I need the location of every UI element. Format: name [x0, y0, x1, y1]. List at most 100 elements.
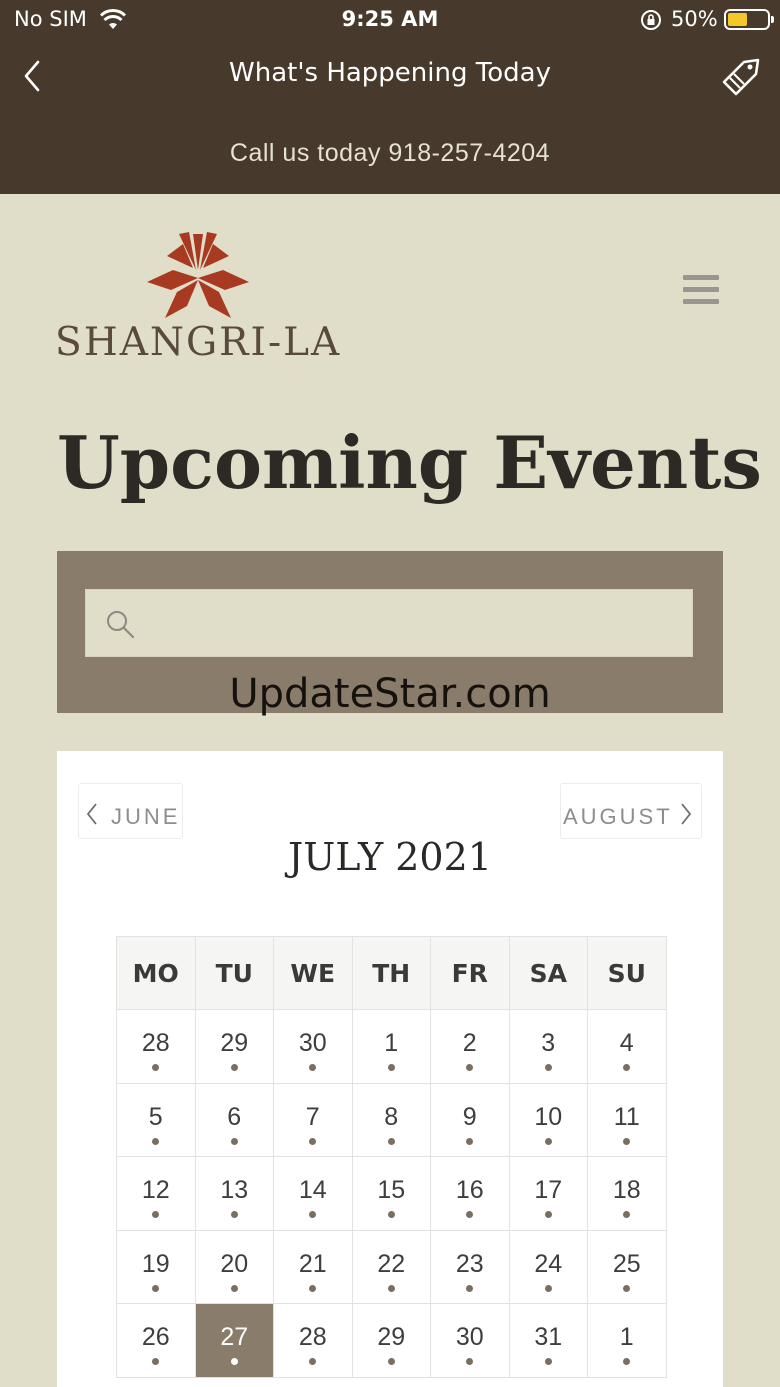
battery-icon	[724, 9, 774, 30]
event-dot-icon	[230, 1284, 238, 1292]
calendar-day-cell[interactable]: 18	[587, 1156, 667, 1231]
calendar-day-cell[interactable]: 14	[273, 1156, 353, 1231]
day-number: 17	[534, 1176, 563, 1205]
watermark-text: UpdateStar.com	[229, 671, 551, 717]
tag-icon[interactable]	[718, 52, 764, 98]
day-number: 25	[612, 1249, 641, 1278]
month-title: JULY 2021	[288, 835, 492, 879]
day-number: 1	[384, 1029, 399, 1058]
calendar-day-cell[interactable]: 30	[273, 1009, 353, 1084]
logo-flower-icon	[147, 232, 249, 318]
day-number: 16	[455, 1176, 484, 1205]
calendar-day-cell[interactable]: 16	[430, 1156, 510, 1231]
event-dot-icon	[230, 1211, 238, 1219]
battery-fill	[728, 13, 747, 26]
calendar-day-cell[interactable]: 8	[351, 1082, 431, 1157]
event-dot-icon	[230, 1064, 238, 1072]
prev-month-button[interactable]: JUNE	[78, 783, 183, 839]
event-dot-icon	[230, 1137, 238, 1145]
day-number: 20	[220, 1249, 249, 1278]
calendar-day-cell[interactable]: 9	[430, 1082, 510, 1157]
event-dot-icon	[544, 1284, 552, 1292]
day-number: 11	[613, 1102, 640, 1131]
calendar-day-cell[interactable]: 17	[508, 1156, 588, 1231]
search-icon	[107, 611, 135, 639]
next-month-button[interactable]: AUGUST	[560, 783, 702, 839]
calendar-day-cell[interactable]: 29	[351, 1303, 431, 1378]
shangri-la-logo[interactable]: SHANGRI-LA	[55, 230, 345, 370]
search-box[interactable]	[85, 589, 693, 658]
calendar-day-cell[interactable]: 26	[116, 1303, 196, 1378]
day-number: 10	[534, 1102, 563, 1131]
day-number: 9	[462, 1102, 477, 1131]
hamburger-menu-icon[interactable]	[683, 275, 719, 305]
calendar-day-cell[interactable]: 1	[351, 1009, 431, 1084]
event-dot-icon	[544, 1358, 552, 1366]
call-banner[interactable]: Call us today 918-257-4204	[0, 112, 780, 194]
weekday-header: SA	[508, 936, 588, 1010]
calendar-day-cell[interactable]: 19	[116, 1229, 196, 1304]
day-number: 7	[305, 1102, 320, 1131]
calendar-day-cell[interactable]: 12	[116, 1156, 196, 1231]
event-dot-icon	[544, 1211, 552, 1219]
day-number: 13	[220, 1176, 249, 1205]
calendar-day-cell[interactable]: 20	[194, 1229, 274, 1304]
calendar-day-cell[interactable]: 29	[194, 1009, 274, 1084]
day-number: 6	[227, 1102, 242, 1131]
calendar-day-cell[interactable]: 4	[587, 1009, 667, 1084]
calendar-day-cell[interactable]: 2	[430, 1009, 510, 1084]
next-month-label: AUGUST	[563, 804, 673, 829]
page-title: Upcoming Events	[57, 420, 762, 505]
weekday-header: TH	[351, 936, 431, 1010]
chevron-left-icon	[86, 803, 97, 825]
search-input[interactable]	[150, 590, 680, 658]
event-dot-icon	[387, 1137, 395, 1145]
calendar-day-cell[interactable]: 22	[351, 1229, 431, 1304]
calendar-day-cell[interactable]: 30	[430, 1303, 510, 1378]
calendar-day-cell[interactable]: 25	[587, 1229, 667, 1304]
battery-percent: 50%	[671, 7, 718, 31]
calendar-week-row: 28 29 30 1 2 3 4	[116, 1009, 667, 1084]
calendar-day-cell[interactable]: 28	[116, 1009, 196, 1084]
calendar-day-cell[interactable]: 3	[508, 1009, 588, 1084]
event-dot-icon	[152, 1211, 160, 1219]
event-dot-icon	[466, 1211, 474, 1219]
calendar-day-cell[interactable]: 5	[116, 1082, 196, 1157]
event-dot-icon	[309, 1358, 317, 1366]
calendar-day-cell[interactable]: 6	[194, 1082, 274, 1157]
event-dot-icon	[152, 1137, 160, 1145]
event-dot-icon	[466, 1064, 474, 1072]
event-dot-icon	[623, 1358, 631, 1366]
calendar-day-cell[interactable]: 21	[273, 1229, 353, 1304]
calendar-day-cell[interactable]: 23	[430, 1229, 510, 1304]
logo-text: SHANGRI-LA	[55, 320, 342, 365]
calendar-day-cell[interactable]: 28	[273, 1303, 353, 1378]
calendar-day-cell[interactable]: 13	[194, 1156, 274, 1231]
nav-bar: What's Happening Today	[0, 40, 780, 112]
event-dot-icon	[466, 1358, 474, 1366]
calendar-day-cell[interactable]: 31	[508, 1303, 588, 1378]
calendar-day-cell[interactable]: 7	[273, 1082, 353, 1157]
weekday-header: WE	[273, 936, 353, 1010]
event-dot-icon	[623, 1211, 631, 1219]
day-number: 30	[298, 1029, 327, 1058]
clock: 9:25 AM	[341, 7, 439, 31]
event-dot-icon	[309, 1284, 317, 1292]
calendar-day-cell-selected[interactable]: 27	[194, 1303, 274, 1378]
day-number: 8	[384, 1102, 399, 1131]
calendar-day-cell[interactable]: 10	[508, 1082, 588, 1157]
calendar-day-cell[interactable]: 11	[587, 1082, 667, 1157]
calendar-week-row: 19 20 21 22 23 24 25	[116, 1229, 667, 1304]
event-dot-icon	[387, 1284, 395, 1292]
day-number: 24	[534, 1249, 563, 1278]
calendar-day-cell[interactable]: 24	[508, 1229, 588, 1304]
calendar-day-cell[interactable]: 1	[587, 1303, 667, 1378]
call-phone-link[interactable]: Call us today 918-257-4204	[0, 139, 780, 168]
event-dot-icon	[623, 1137, 631, 1145]
event-dot-icon	[544, 1137, 552, 1145]
day-number: 23	[455, 1249, 484, 1278]
calendar-day-cell[interactable]: 15	[351, 1156, 431, 1231]
event-dot-icon	[309, 1211, 317, 1219]
prev-month-label: JUNE	[111, 804, 181, 829]
event-dot-icon	[387, 1358, 395, 1366]
